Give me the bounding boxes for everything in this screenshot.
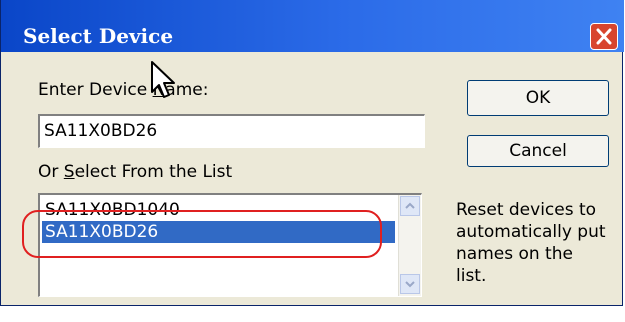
select-device-dialog: Select Device Enter Device Name: SA11X0B… — [0, 0, 624, 306]
device-list-label: Or Select From the List — [38, 162, 233, 182]
cancel-button[interactable]: Cancel — [467, 135, 609, 167]
note-line: list. — [456, 266, 487, 286]
chevron-up-icon — [405, 202, 415, 209]
close-button[interactable] — [590, 23, 618, 50]
scroll-up-button[interactable] — [400, 196, 420, 216]
device-name-input[interactable]: SA11X0BD26 — [38, 114, 425, 148]
note-line: Reset devices to — [456, 200, 597, 220]
list-scrollbar[interactable] — [398, 195, 421, 296]
red-highlight-annotation — [22, 210, 382, 258]
close-x-icon — [596, 28, 612, 45]
mouse-cursor-icon — [151, 61, 175, 98]
ok-button[interactable]: OK — [467, 80, 609, 116]
chevron-down-icon — [405, 281, 415, 288]
note-line: names on the — [456, 244, 573, 264]
note-line: automatically put — [456, 222, 606, 242]
dialog-title: Select Device — [23, 24, 174, 48]
device-name-label: Enter Device Name: — [38, 80, 209, 100]
title-bar[interactable]: Select Device — [1, 0, 624, 52]
reset-devices-note: Reset devices to automatically put names… — [456, 199, 621, 287]
scroll-down-button[interactable] — [400, 274, 420, 294]
